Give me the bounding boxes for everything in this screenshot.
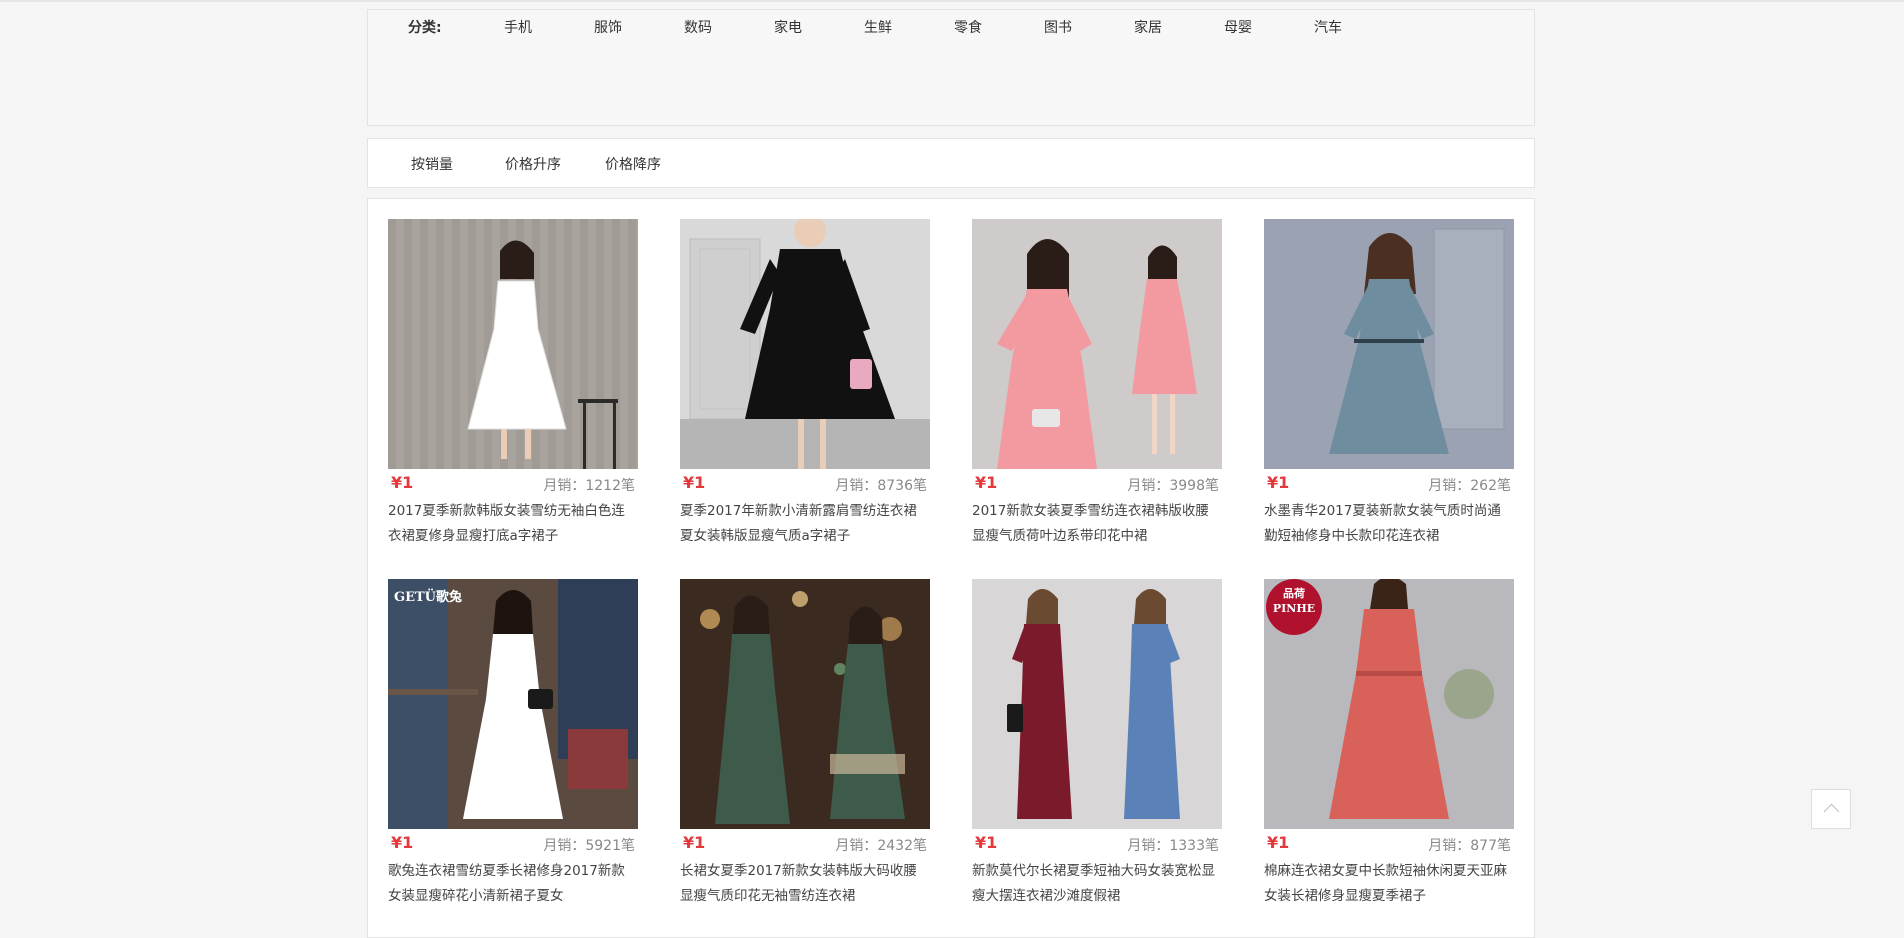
product-title[interactable]: 夏季2017年新款小清新露肩雪纺连衣裙夏女装韩版显瘦气质a字裙子	[680, 499, 930, 549]
product-title[interactable]: 2017新款女装夏季雪纺连衣裙韩版收腰显瘦气质荷叶边系带印花中裙	[972, 499, 1222, 549]
product-image[interactable]	[680, 219, 930, 469]
product-grid: ¥1 月销：1212笔 2017夏季新款韩版女装雪纺无袖白色连衣裙夏修身显瘦打底…	[367, 198, 1535, 938]
category-item-clothing[interactable]: 服饰	[594, 17, 622, 37]
category-label: 分类:	[408, 20, 442, 36]
product-price: ¥1	[1267, 833, 1290, 852]
product-price: ¥1	[391, 473, 414, 492]
brand-watermark: 品荷 PINHE	[1272, 587, 1316, 615]
product-card[interactable]: ¥1 月销：2432笔 长裙女夏季2017新款女装韩版大码收腰显瘦气质印花无袖雪…	[680, 579, 930, 919]
product-monthly-sales: 月销：8736笔	[835, 478, 927, 494]
product-image[interactable]: GETÜ歌兔	[388, 579, 638, 829]
top-divider	[0, 0, 1904, 2]
category-filter-panel: 分类: 手机 服饰 数码 家电 生鲜 零食 图书 家居 母婴 汽车	[367, 9, 1535, 126]
category-item-appliance[interactable]: 家电	[774, 17, 802, 37]
category-item-snacks[interactable]: 零食	[954, 17, 982, 37]
category-item-phone[interactable]: 手机	[504, 17, 532, 37]
product-price: ¥1	[1267, 473, 1290, 492]
product-title[interactable]: 棉麻连衣裙女夏中长款短袖休闲夏天亚麻女装长裙修身显瘦夏季裙子	[1264, 859, 1514, 909]
product-monthly-sales: 月销：2432笔	[835, 838, 927, 854]
product-price: ¥1	[683, 473, 706, 492]
product-monthly-sales: 月销：262笔	[1428, 478, 1511, 494]
sort-by-sales[interactable]: 按销量	[411, 154, 453, 174]
product-title[interactable]: 水墨青华2017夏装新款女装气质时尚通勤短袖修身中长款印花连衣裙	[1264, 499, 1514, 549]
product-image[interactable]	[1264, 219, 1514, 469]
product-image[interactable]	[972, 219, 1222, 469]
product-card[interactable]: GETÜ歌兔 ¥1 月销：5921笔 歌兔连衣裙雪纺夏季长裙修身2017新款女装…	[388, 579, 638, 919]
product-card[interactable]: ¥1 月销：1212笔 2017夏季新款韩版女装雪纺无袖白色连衣裙夏修身显瘦打底…	[388, 219, 638, 559]
product-monthly-sales: 月销：877笔	[1428, 838, 1511, 854]
category-item-fresh[interactable]: 生鲜	[864, 17, 892, 37]
sort-price-desc[interactable]: 价格降序	[605, 154, 661, 174]
category-item-digital[interactable]: 数码	[684, 17, 712, 37]
category-item-auto[interactable]: 汽车	[1314, 17, 1342, 37]
product-monthly-sales: 月销：1333笔	[1127, 838, 1219, 854]
product-price: ¥1	[683, 833, 706, 852]
product-monthly-sales: 月销：1212笔	[543, 478, 635, 494]
product-card[interactable]: ¥1 月销：3998笔 2017新款女装夏季雪纺连衣裙韩版收腰显瘦气质荷叶边系带…	[972, 219, 1222, 559]
product-image[interactable]	[972, 579, 1222, 829]
product-image[interactable]	[388, 219, 638, 469]
product-image[interactable]	[680, 579, 930, 829]
category-item-books[interactable]: 图书	[1044, 17, 1072, 37]
product-card[interactable]: ¥1 月销：1333笔 新款莫代尔长裙夏季短袖大码女装宽松显瘦大摆连衣裙沙滩度假…	[972, 579, 1222, 919]
product-price: ¥1	[391, 833, 414, 852]
product-card[interactable]: 品荷 PINHE ¥1 月销：877笔 棉麻连衣裙女夏中长款短袖休闲夏天亚麻女装…	[1264, 579, 1514, 919]
category-item-baby[interactable]: 母婴	[1224, 17, 1252, 37]
product-card[interactable]: ¥1 月销：262笔 水墨青华2017夏装新款女装气质时尚通勤短袖修身中长款印花…	[1264, 219, 1514, 559]
product-monthly-sales: 月销：5921笔	[543, 838, 635, 854]
sort-price-asc[interactable]: 价格升序	[505, 154, 561, 174]
product-title[interactable]: 新款莫代尔长裙夏季短袖大码女装宽松显瘦大摆连衣裙沙滩度假裙	[972, 859, 1222, 909]
category-item-home[interactable]: 家居	[1134, 17, 1162, 37]
product-title[interactable]: 长裙女夏季2017新款女装韩版大码收腰显瘦气质印花无袖雪纺连衣裙	[680, 859, 930, 909]
product-image[interactable]: 品荷 PINHE	[1264, 579, 1514, 829]
product-price: ¥1	[975, 833, 998, 852]
product-card[interactable]: ¥1 月销：8736笔 夏季2017年新款小清新露肩雪纺连衣裙夏女装韩版显瘦气质…	[680, 219, 930, 559]
product-price: ¥1	[975, 473, 998, 492]
product-title[interactable]: 歌兔连衣裙雪纺夏季长裙修身2017新款女装显瘦碎花小清新裙子夏女	[388, 859, 638, 909]
brand-watermark: GETÜ歌兔	[394, 590, 463, 605]
product-monthly-sales: 月销：3998笔	[1127, 478, 1219, 494]
sort-bar: 按销量 价格升序 价格降序	[367, 138, 1535, 188]
product-title[interactable]: 2017夏季新款韩版女装雪纺无袖白色连衣裙夏修身显瘦打底a字裙子	[388, 499, 638, 549]
back-to-top-button[interactable]	[1811, 789, 1851, 829]
chevron-up-icon	[1823, 803, 1840, 820]
